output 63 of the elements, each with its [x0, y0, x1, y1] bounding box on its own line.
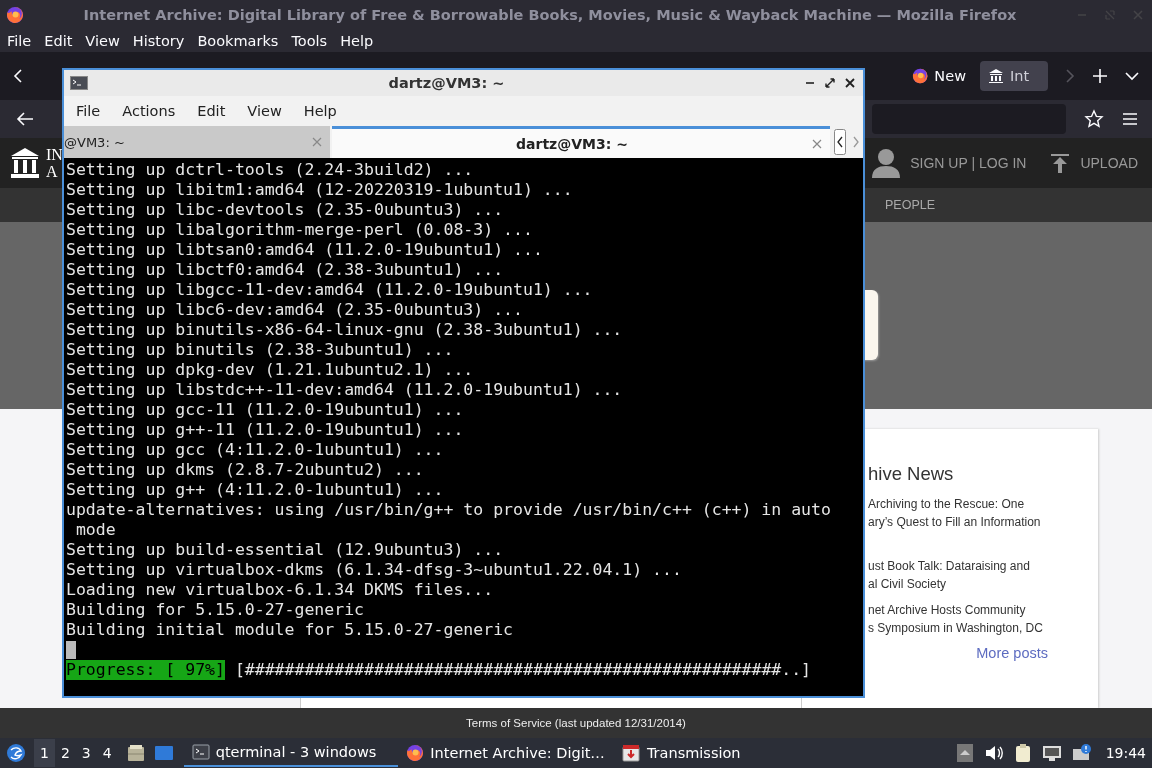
progress-label: Progress: [ 97%]	[66, 660, 225, 680]
footer-text[interactable]: Terms of Service (last updated 12/31/2014)	[0, 708, 1152, 738]
taskbar-button[interactable]: qterminal - 3 windows	[183, 739, 399, 767]
terminal-line: Setting up dkms (2.8.7-2ubuntu2) ...	[66, 460, 425, 480]
workspace-button[interactable]: 4	[96, 739, 118, 767]
terminal-line: Building for 5.15.0-27-generic	[66, 600, 365, 620]
window-title: dartz@VM3: ~	[387, 75, 506, 91]
terminal-line: Setting up libc-devtools (2.35-0ubuntu3) ...	[66, 200, 505, 220]
news-link[interactable]: Archiving to the Rescue: One ary’s Quest to Fill an Information	[868, 495, 1098, 531]
terminal-line: Setting up build-essential (12.9ubuntu3) ...	[66, 540, 505, 560]
menu-item[interactable]: Edit	[44, 33, 73, 49]
menu-item[interactable]: View	[247, 103, 282, 119]
news-link[interactable]: net Archive Hosts Community s Symposium in Washington, DC	[868, 601, 1098, 637]
menu-item[interactable]: Actions	[122, 103, 176, 119]
menu-item[interactable]: Tools	[291, 33, 328, 49]
terminal-line: Setting up libgcc-11-dev:amd64 (11.2.0-19ubuntu1) ...	[66, 280, 594, 300]
browser-tab[interactable]: New	[904, 60, 974, 92]
browser-tab[interactable]: Int	[980, 61, 1048, 91]
menu-item[interactable]: History	[132, 33, 185, 49]
terminal-line: mode	[74, 520, 117, 540]
news-heading: hive News	[868, 463, 955, 485]
terminal-line: Loading new virtualbox-6.1.34 DKMS files...	[66, 580, 495, 600]
terminal-tab[interactable]: @VM3: ~	[64, 126, 330, 158]
terminal-line: Setting up libstdc++-11-dev:amd64 (11.2.0-19ubuntu1) ...	[66, 380, 624, 400]
terminal-line: Setting up libc6-dev:amd64 (2.35-0ubuntu3) ...	[66, 300, 524, 320]
terminal-line: update-alternatives: using /usr/bin/g++ to provide /usr/bin/c++ (c++) in auto	[66, 500, 832, 520]
menu-item[interactable]: File	[7, 33, 32, 49]
upload-link[interactable]: UPLOAD	[1080, 155, 1138, 171]
taskbar-button[interactable]: Transmission	[612, 739, 749, 767]
taskbar-button[interactable]: Internet Archive: Digit…	[398, 739, 613, 767]
terminal-line: Setting up libtsan0:amd64 (11.2.0-19ubuntu1) ...	[66, 240, 544, 260]
more-posts-link[interactable]: More posts	[976, 645, 1048, 661]
terminal-line: Setting up libalgorithm-merge-perl (0.08-3) ...	[66, 220, 534, 240]
nav-link[interactable]: PEOPLE	[885, 198, 936, 212]
menu-item[interactable]: Help	[340, 33, 374, 49]
news-link[interactable]: ust Book Talk: Dataraising and al Civil Society	[868, 557, 1098, 593]
terminal-line: Setting up libitm1:amd64 (12-20220319-1ubuntu1) ...	[66, 180, 574, 200]
logo-text[interactable]: A	[46, 163, 63, 180]
menu-item[interactable]: Bookmarks	[197, 33, 279, 49]
terminal-line: Setting up binutils (2.38-3ubuntu1) ...	[66, 340, 455, 360]
menu-item[interactable]: File	[76, 103, 101, 119]
terminal-line: Setting up libctf0:amd64 (2.38-3ubuntu1) ...	[66, 260, 505, 280]
workspace-button[interactable]: 3	[75, 739, 97, 767]
window-title: Internet Archive: Digital Library of Free & Borrowable Books, Movies, Music & Wayback Machine — Mozilla Firefox	[82, 7, 1018, 23]
progress-bar-text: [######################################################..]	[233, 660, 812, 680]
account-link[interactable]: SIGN UP | LOG IN	[910, 155, 1027, 171]
clock[interactable]: 19:44	[1105, 745, 1146, 761]
menu-item[interactable]: Help	[303, 103, 337, 119]
terminal-line: Setting up g++ (4:11.2.0-1ubuntu1) ...	[66, 480, 445, 500]
logo-text[interactable]: IN	[46, 146, 63, 163]
menu-item[interactable]: Edit	[197, 103, 226, 119]
terminal-tab[interactable]: dartz@VM3: ~	[332, 126, 830, 158]
terminal-line: Setting up dpkg-dev (1.21.1ubuntu2.1) ...	[66, 360, 475, 380]
menu-item[interactable]: View	[85, 33, 120, 49]
terminal-line: Setting up binutils-x86-64-linux-gnu (2.38-3ubuntu1) ...	[66, 320, 624, 340]
workspace-button[interactable]: 2	[54, 739, 76, 767]
workspace-button[interactable]: 1	[34, 739, 55, 767]
terminal-line: Building initial module for 5.15.0-27-generic	[66, 620, 515, 640]
terminal-line: Setting up gcc-11 (11.2.0-19ubuntu1) ...	[66, 400, 465, 420]
terminal-line: Setting up virtualbox-dkms (6.1.34-dfsg-3~ubuntu1.22.04.1) ...	[66, 560, 683, 580]
terminal-line: Setting up dctrl-tools (2.24-3build2) ...	[66, 160, 475, 180]
terminal-line: Setting up g++-11 (11.2.0-19ubuntu1) ...	[66, 420, 465, 440]
terminal-line: Setting up gcc (4:11.2.0-1ubuntu1) ...	[66, 440, 445, 460]
